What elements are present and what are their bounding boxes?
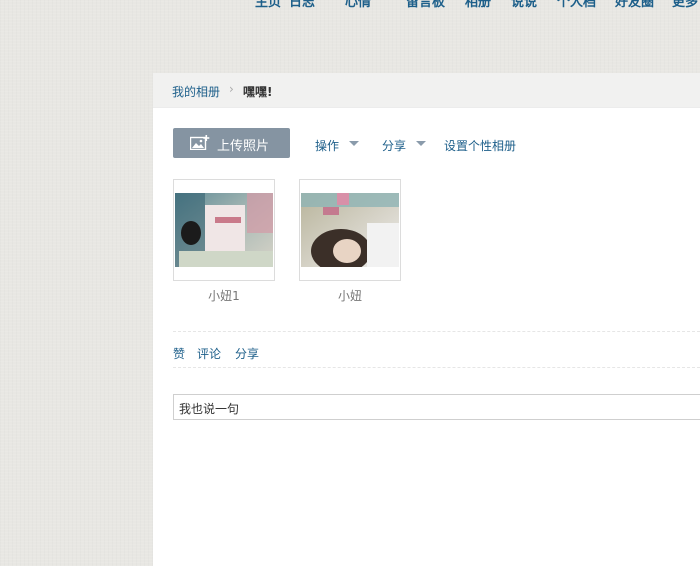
share-link[interactable]: 分享	[235, 345, 259, 362]
photo-thumbnail-2[interactable]	[299, 179, 401, 281]
upload-photo-button[interactable]: 上传照片	[173, 128, 290, 158]
comment-link[interactable]: 评论	[197, 345, 221, 362]
nav-item-mood[interactable]: 心情	[345, 0, 371, 10]
top-navigation: 主页 日志 心情 留言板 相册 说说 个人档 好友圈 更多	[252, 0, 700, 10]
customize-album-link[interactable]: 设置个性相册	[444, 137, 516, 154]
nav-item-profile[interactable]: 个人档	[557, 0, 596, 10]
like-link[interactable]: 赞	[173, 345, 185, 362]
photo-image	[175, 193, 273, 267]
photo-caption-2[interactable]: 小妞	[299, 287, 401, 304]
operate-dropdown[interactable]: 操作	[315, 137, 339, 154]
photo-caption-1[interactable]: 小妞1	[173, 287, 275, 304]
comment-placeholder: 我也说一句	[179, 402, 240, 416]
share-dropdown[interactable]: 分享	[382, 137, 406, 154]
nav-item-more[interactable]: 更多	[672, 0, 698, 10]
image-plus-icon	[190, 135, 210, 150]
breadcrumb-current-album: 嘿嘿!	[243, 85, 273, 99]
share-dropdown-arrow-icon[interactable]	[416, 141, 426, 146]
nav-item-status[interactable]: 说说	[511, 0, 537, 10]
comment-input[interactable]: 我也说一句	[173, 394, 700, 420]
breadcrumb-my-albums-link[interactable]: 我的相册	[172, 83, 220, 100]
nav-item-friends[interactable]: 好友圈	[615, 0, 654, 10]
nav-item-blog[interactable]: 日志	[289, 0, 315, 10]
upload-photo-label: 上传照片	[217, 139, 270, 154]
nav-item-album[interactable]: 相册	[465, 0, 491, 10]
album-panel: 我的相册 › 嘿嘿! 上传照片 操作 分享 设置个性相册 小妞1 小妞 赞 评论…	[153, 73, 700, 566]
photo-thumbnail-1[interactable]	[173, 179, 275, 281]
section-divider	[173, 331, 700, 332]
photo-image	[301, 193, 399, 267]
operate-dropdown-arrow-icon[interactable]	[349, 141, 359, 146]
nav-item-guestbook[interactable]: 留言板	[406, 0, 445, 10]
nav-item-home[interactable]: 主页	[255, 0, 281, 10]
breadcrumb-chevron-icon: ›	[229, 82, 234, 96]
breadcrumb: 我的相册 › 嘿嘿!	[153, 73, 700, 108]
section-divider	[173, 367, 700, 368]
